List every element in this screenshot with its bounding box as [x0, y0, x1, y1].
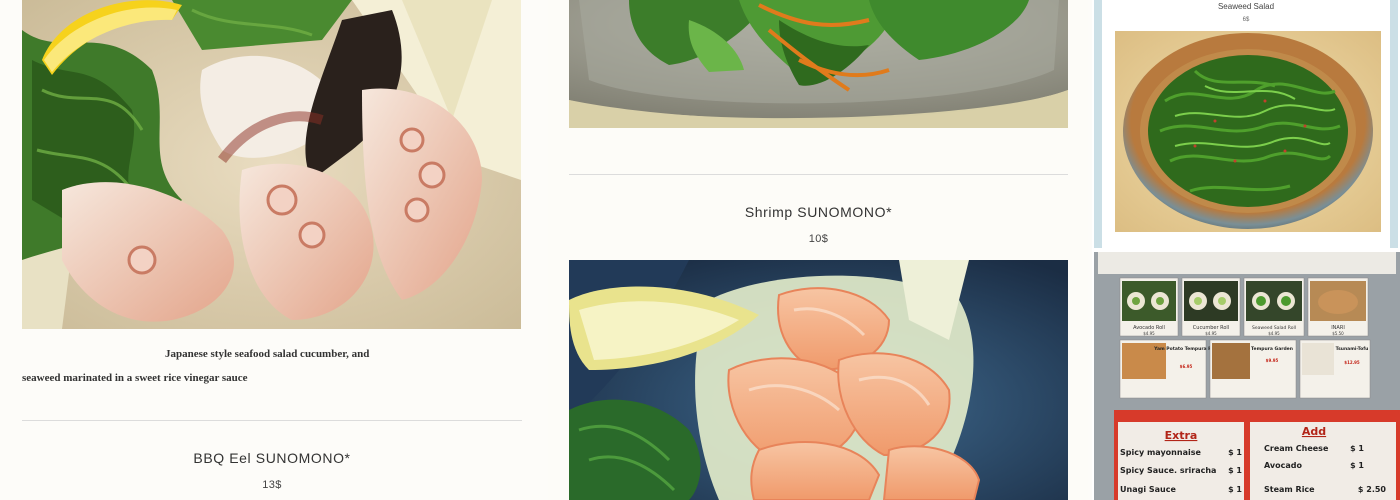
description-line-1: Japanese style seafood salad cucumber, a…: [165, 348, 370, 360]
menu-add-item: Avocado: [1264, 461, 1302, 470]
menu-extra-item: Spicy Sauce. sriracha: [1120, 466, 1216, 475]
divider: [569, 174, 1068, 175]
menu-add-price: $ 1: [1350, 444, 1364, 453]
menu-extra-price: $ 1: [1228, 466, 1242, 475]
card-price: 6$: [1242, 17, 1250, 23]
menu-tile-price: $12.95: [1344, 360, 1360, 365]
menu-tile-price: $9.95: [1266, 358, 1279, 363]
menu-tile-tsunami-tofu: Tsunami-Tofu: [1336, 346, 1369, 352]
card-title: Seaweed Salad: [1217, 2, 1275, 11]
seafood-sunomono-photo[interactable]: [22, 0, 521, 329]
item-price-bbq-eel: 13$: [262, 479, 282, 491]
menu-tile-tempura-garden: Tempura Garden: [1251, 346, 1293, 352]
description-line-2: seaweed marinated in a sweet rice vinega…: [22, 372, 248, 384]
item-title-bbq-eel[interactable]: BBQ Eel SUNOMONO*: [22, 450, 522, 466]
green-salad-photo[interactable]: [569, 0, 1068, 128]
item-price-shrimp: 10$: [808, 233, 829, 245]
menu-tile-yam-potato: Yam Potato Tempura Roll: [1153, 346, 1218, 352]
menu-add-item: Steam Rice: [1264, 485, 1315, 494]
menu-tile-price: $6.95: [1180, 364, 1193, 369]
card-body: Seaweed Salad 6$: [1102, 0, 1390, 248]
menu-extra-item: Unagi Sauce: [1120, 485, 1176, 494]
menu-add-price: $ 1: [1350, 461, 1364, 470]
menu-board-photo[interactable]: Avocado Roll $4.95 Cucumber Roll $4.95 S…: [1094, 252, 1400, 500]
menu-extra-price: $ 1: [1228, 448, 1242, 457]
menu-extra-item: Spicy mayonnaise: [1120, 448, 1201, 457]
menu-tile-price: $5.50: [1332, 331, 1344, 336]
menu-add-heading: Add: [1302, 425, 1326, 438]
menu-tile-price: $4.95: [1143, 331, 1155, 336]
item-title-shrimp[interactable]: Shrimp SUNOMONO*: [569, 204, 1068, 220]
divider: [22, 420, 522, 421]
menu-column-right: Seaweed Salad 6$ Avocado Roll $4.95 Cucu…: [1092, 0, 1400, 500]
menu-add-price: $ 2.50: [1358, 485, 1387, 494]
menu-extra-heading: Extra: [1165, 429, 1198, 442]
shrimp-sunomono-photo[interactable]: [569, 260, 1068, 500]
menu-add-item: Cream Cheese: [1264, 444, 1329, 453]
menu-tile-price: $4.95: [1268, 331, 1280, 336]
menu-extra-price: $ 1: [1228, 485, 1242, 494]
seafood-sunomono-description: Japanese style seafood salad cucumber, a…: [22, 342, 522, 390]
menu-tile-price: $4.95: [1205, 331, 1217, 336]
seaweed-salad-card[interactable]: Seaweed Salad 6$: [1094, 0, 1398, 248]
menu-column-middle: Shrimp SUNOMONO* 10$: [548, 0, 1088, 500]
seaweed-salad-photo[interactable]: [1115, 31, 1381, 232]
menu-column-left: Japanese style seafood salad cucumber, a…: [0, 0, 545, 500]
